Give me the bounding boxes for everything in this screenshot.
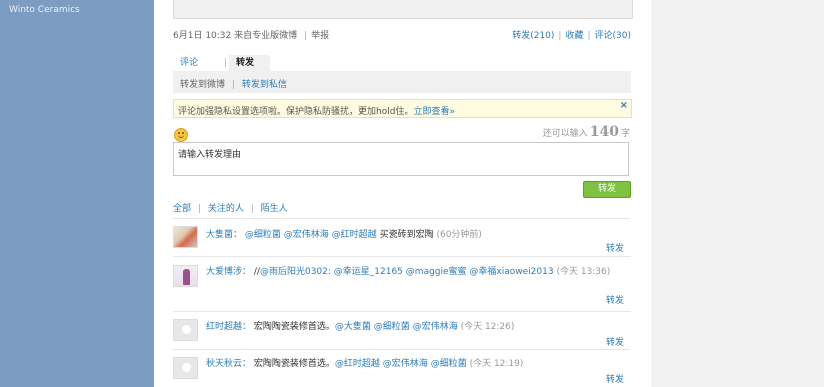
char-remaining: 还可以输入 140 字 [543,124,630,140]
forward-text: 大隻菌： @细粒菌 @宏伟林海 @红时超越 买瓷砖到宏陶 (60分钟前) [206,228,631,242]
mention-link[interactable]: @maggie蜜蜜 [406,267,467,277]
forward-action-link[interactable]: 转发 [606,372,624,385]
post-meta: 6月1日 10:32 来自专业版微博 | 举报 转发(210) | 收藏 | 评论(30) [173,28,631,41]
mention-link[interactable]: @宏伟林海 [383,359,428,369]
forward-filters: 全部 | 关注的人 | 陌生人 [173,201,288,214]
left-sidebar: Winto Ceramics [0,0,154,387]
char-remaining-unit: 字 [620,129,630,139]
divider: | [197,204,201,214]
author-link[interactable]: 秋天秋云： [206,359,251,369]
forward-text: 红时超越： 宏陶陶瓷装修首选。@大隻菌 @细粒菌 @宏伟林海 (今天 12:26… [206,320,631,334]
mention-link[interactable]: @红时超越 [335,359,380,369]
divider: | [250,204,254,214]
forward-text: 大爱博涉： //@雨后阳光0302: @幸运星_12165 @maggie蜜蜜 … [206,265,631,279]
tab-forwards[interactable]: 转发(210) [229,55,270,84]
mention-link[interactable]: @红时超越 [332,230,377,240]
timestamp: (今天 12:19) [469,359,524,369]
mention-link[interactable]: @细粒菌 [245,230,281,240]
timestamp: (今天 12:26) [460,322,515,332]
timestamp: (今天 13:36) [556,267,611,277]
divider [173,311,631,312]
author-link[interactable]: 红时超越： [206,322,251,332]
char-remaining-count: 140 [589,124,619,140]
mention-link[interactable]: @大隻菌 [335,322,371,332]
tab-divider: | [224,58,228,68]
char-remaining-label: 还可以输入 [542,129,588,139]
close-icon[interactable]: × [620,100,628,111]
divider: | [231,80,235,90]
forward-body: 买瓷砖到宏陶 [379,230,434,240]
notice-view-link[interactable]: 立即查看» [413,107,455,117]
avatar[interactable] [173,319,198,341]
mention-link[interactable]: @雨后阳光0302: [260,267,331,277]
filter-following[interactable]: 关注的人 [208,204,244,214]
list-item: 红时超越： 宏陶陶瓷装修首选。@大隻菌 @细粒菌 @宏伟林海 (今天 12:26… [173,318,631,348]
forward-action-link[interactable]: 转发 [606,293,624,306]
notice-text: 评论加强隐私设置选项啦。保护隐私防骚扰，更加hold住。 [178,107,414,117]
filter-strangers[interactable]: 陌生人 [261,204,288,214]
avatar[interactable] [173,226,198,248]
forward-body: 宏陶陶瓷装修首选。 [253,322,335,332]
avatar[interactable] [173,265,198,287]
forward-target-bar: 转发到微博 | 转发到私信 [173,71,631,93]
divider: | [304,31,308,41]
post-date[interactable]: 6月1日 10:32 [173,31,231,41]
brand-name[interactable]: Winto Ceramics [9,5,80,15]
report-link[interactable]: 举报 [311,31,329,41]
forward-reason-input[interactable] [173,142,629,176]
avatar[interactable] [173,357,198,379]
timestamp: (60分钟前) [436,230,482,240]
main-panel: 6月1日 10:32 来自专业版微博 | 举报 转发(210) | 收藏 | 评论(30)… [154,0,651,387]
divider [173,349,631,350]
author-link[interactable]: 大隻菌： [206,230,242,240]
divider: | [558,31,562,41]
smiley-emoji-icon[interactable] [174,128,188,142]
post-source: 来自专业版微博 [234,31,298,41]
mention-link[interactable]: @细粒菌 [431,359,467,369]
tab-comments[interactable]: 评论(30) [173,55,205,84]
filter-all[interactable]: 全部 [173,204,191,214]
forward-to-private-option[interactable]: 转发到私信 [242,80,287,90]
divider [173,256,631,257]
favorite-link[interactable]: 收藏 [565,31,583,41]
forward-submit-button[interactable]: 转发 [583,181,631,198]
mention-link[interactable]: @幸运星_12165 [334,267,403,277]
mention-link[interactable]: @宏伟林海 [284,230,329,240]
divider [173,218,631,219]
forward-action-link[interactable]: 转发 [606,241,624,254]
forward-body: 宏陶陶瓷装修首选。 [253,359,335,369]
mention-link[interactable]: @细粒菌 [374,322,410,332]
comment-count-link[interactable]: 评论(30) [595,31,631,41]
forward-count-link[interactable]: 转发(210) [512,31,554,41]
list-item: 大爱博涉： //@雨后阳光0302: @幸运星_12165 @maggie蜜蜜 … [173,263,631,307]
forward-text: 秋天秋云： 宏陶陶瓷装修首选。@红时超越 @宏伟林海 @细粒菌 (今天 12:1… [206,357,631,371]
mention-link[interactable]: @宏伟林海 [413,322,458,332]
list-item: 秋天秋云： 宏陶陶瓷装修首选。@红时超越 @宏伟林海 @细粒菌 (今天 12:1… [173,355,631,387]
divider: | [587,31,591,41]
privacy-notice: 评论加强隐私设置选项啦。保护隐私防骚扰，更加hold住。立即查看» × [173,99,632,118]
right-pane [651,0,824,387]
mention-link[interactable]: @幸福xiaowei2013 [469,267,553,277]
forward-action-link[interactable]: 转发 [606,335,624,348]
post-content-box [173,0,633,19]
author-link[interactable]: 大爱博涉： [206,267,251,277]
list-item: 大隻菌： @细粒菌 @宏伟林海 @红时超越 买瓷砖到宏陶 (60分钟前) 转发 [173,226,631,254]
forward-to-weibo-option[interactable]: 转发到微博 [180,80,225,90]
